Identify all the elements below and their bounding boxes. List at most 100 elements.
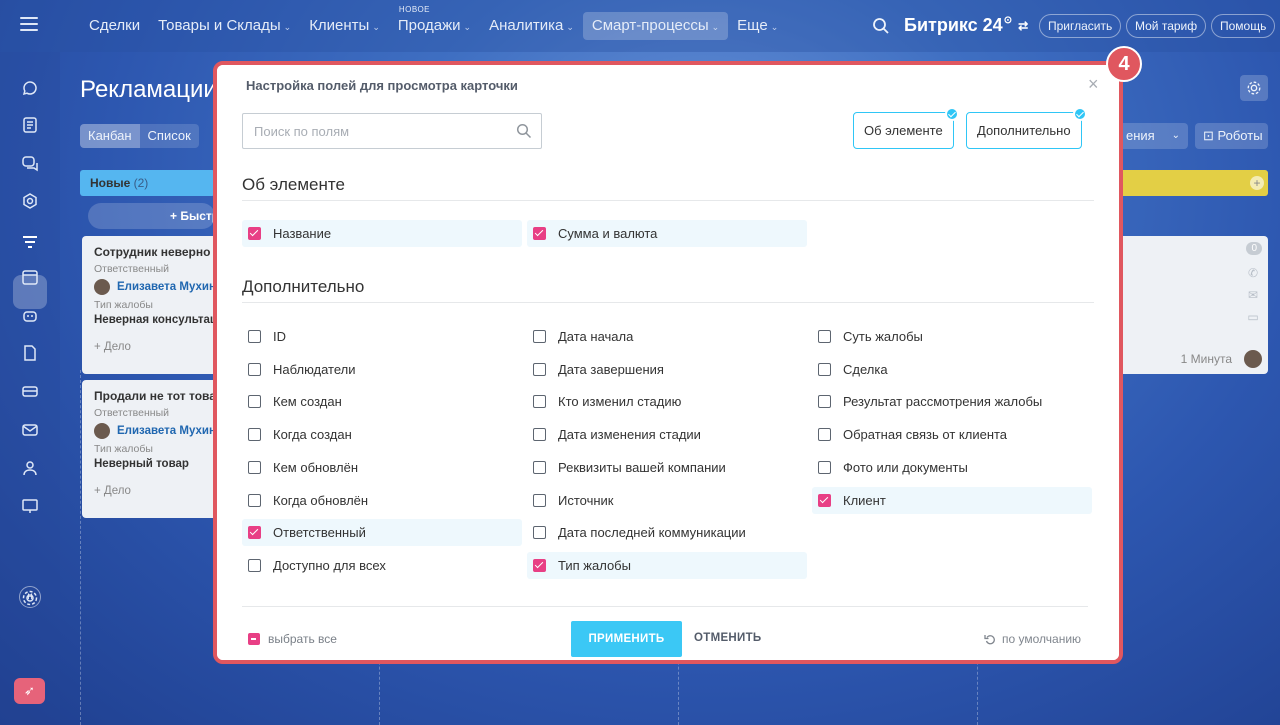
field-search[interactable] xyxy=(242,113,542,149)
field-option[interactable]: Кто изменил стадию xyxy=(527,388,807,415)
mail-icon[interactable] xyxy=(19,419,41,441)
field-option[interactable]: Фото или документы xyxy=(812,454,1092,481)
checkbox-icon[interactable] xyxy=(533,460,546,474)
field-option[interactable]: Сумма и валюта xyxy=(527,220,807,247)
add-activity-link[interactable]: + Дело xyxy=(94,485,203,497)
cancel-button[interactable]: ОТМЕНИТЬ xyxy=(694,632,761,644)
add-activity-link[interactable]: + Дело xyxy=(94,341,203,353)
field-option[interactable]: Когда создан xyxy=(242,421,522,448)
hexagon-icon[interactable] xyxy=(19,190,41,212)
card-icon[interactable] xyxy=(19,380,41,402)
close-icon[interactable]: × xyxy=(1088,74,1099,95)
field-option[interactable]: Клиент xyxy=(812,486,1092,514)
tab-kanban[interactable]: Канбан xyxy=(80,124,140,148)
add-stage-icon[interactable]: + xyxy=(1250,176,1264,190)
checkbox-icon[interactable] xyxy=(533,526,546,540)
phone-icon[interactable]: ✆ xyxy=(1246,266,1260,280)
nav-item[interactable]: Аналитика ⌄ xyxy=(480,12,583,40)
field-option[interactable]: Тип жалобы xyxy=(527,551,807,579)
stage-header[interactable]: + xyxy=(1118,170,1268,196)
robot-icon[interactable] xyxy=(19,304,41,326)
field-option[interactable]: Кем создан xyxy=(242,388,522,415)
kanban-card[interactable]: 0 ✆ ✉ ▭ 1 Минута xyxy=(1118,236,1268,374)
card-responsible[interactable]: Елизавета Мухина xyxy=(94,279,215,295)
checkbox-icon[interactable] xyxy=(248,493,261,507)
checkbox-icon[interactable] xyxy=(818,428,831,442)
menu-icon[interactable] xyxy=(20,17,38,31)
filter-tag-about[interactable]: Об элементе xyxy=(853,107,959,149)
page-settings-icon[interactable] xyxy=(1240,75,1268,101)
nav-item[interactable]: Смарт-процессы ⌄ xyxy=(582,12,729,40)
field-option[interactable]: Сделка xyxy=(812,356,1092,383)
settings-icon[interactable] xyxy=(19,587,41,609)
checkbox-icon[interactable] xyxy=(533,362,546,376)
document-icon[interactable] xyxy=(19,342,41,364)
field-option[interactable]: Результат рассмотрения жалобы xyxy=(812,388,1092,415)
field-option[interactable]: Ответственный xyxy=(242,519,522,547)
chat-icon[interactable]: ▭ xyxy=(1246,310,1260,324)
search-icon[interactable] xyxy=(516,123,532,139)
nav-item[interactable]: Товары и Склады ⌄ xyxy=(149,12,300,40)
checkbox-icon[interactable] xyxy=(248,362,261,376)
field-option[interactable]: Название xyxy=(242,220,522,247)
field-option[interactable]: Дата последней коммуникации xyxy=(527,519,807,546)
presentation-icon[interactable] xyxy=(19,495,41,517)
field-option[interactable]: Дата изменения стадии xyxy=(527,421,807,448)
chat-bubble-icon[interactable] xyxy=(19,77,41,99)
brand-logo[interactable]: Битрикс 24⊙ ⇄ xyxy=(904,15,1028,36)
select-all-toggle[interactable]: выбрать все xyxy=(248,632,337,646)
users-icon[interactable] xyxy=(19,457,41,479)
kanban-card[interactable]: Продали не тот товар Ответственный Елиза… xyxy=(82,380,215,518)
checkbox-checked-icon[interactable] xyxy=(248,227,261,240)
tab-list[interactable]: Список xyxy=(140,124,199,148)
checkbox-checked-icon[interactable] xyxy=(533,227,546,240)
view-options-button[interactable]: ения ⌄ xyxy=(1118,123,1188,149)
card-title[interactable]: Продали не тот товар xyxy=(94,389,215,403)
search-input[interactable] xyxy=(243,114,503,148)
field-option[interactable]: Источник xyxy=(527,487,807,514)
field-option[interactable]: Доступно для всех xyxy=(242,552,522,579)
help-button[interactable]: Помощь xyxy=(1211,14,1276,38)
reset-default-button[interactable]: по умолчанию xyxy=(984,632,1081,646)
field-option[interactable]: Реквизиты вашей компании xyxy=(527,454,807,481)
field-option[interactable]: Наблюдатели xyxy=(242,356,522,383)
checkbox-icon[interactable] xyxy=(818,460,831,474)
checkbox-icon[interactable] xyxy=(248,428,261,442)
kanban-card[interactable]: Сотрудник неверно проконсультировал Отве… xyxy=(82,236,215,374)
nav-item[interactable]: Клиенты ⌄ xyxy=(300,12,389,40)
checkbox-icon[interactable] xyxy=(248,395,261,409)
quick-add-button[interactable]: + Быстрое xyxy=(88,203,215,229)
checkbox-checked-icon[interactable] xyxy=(533,558,546,572)
rocket-icon[interactable]: ➶ xyxy=(14,678,45,704)
avatar[interactable] xyxy=(1244,350,1262,368)
checkbox-icon[interactable] xyxy=(533,428,546,442)
field-option[interactable]: Суть жалобы xyxy=(812,323,1092,350)
checkbox-icon[interactable] xyxy=(818,395,831,409)
search-icon[interactable] xyxy=(872,17,890,35)
checkbox-icon[interactable] xyxy=(248,558,261,572)
checkbox-icon[interactable] xyxy=(533,493,546,507)
card-responsible[interactable]: Елизавета Мухина xyxy=(94,423,215,439)
checkbox-checked-icon[interactable] xyxy=(248,526,261,540)
checkbox-icon[interactable] xyxy=(818,362,831,376)
robots-button[interactable]: ⊡ Роботы xyxy=(1195,123,1268,149)
funnel-icon[interactable] xyxy=(19,231,41,253)
field-option[interactable]: ID xyxy=(242,323,522,350)
filter-tag-additional[interactable]: Дополнительно xyxy=(966,107,1087,149)
checkbox-icon[interactable] xyxy=(248,460,261,474)
checkbox-icon[interactable] xyxy=(533,330,546,343)
mail-icon[interactable]: ✉ xyxy=(1246,288,1260,302)
field-option[interactable]: Кем обновлён xyxy=(242,454,522,481)
nav-item[interactable]: НОВОЕ Продажи ⌄ xyxy=(389,6,480,40)
tasks-icon[interactable] xyxy=(19,114,41,136)
calendar-icon[interactable] xyxy=(19,266,41,288)
checkbox-checked-icon[interactable] xyxy=(818,493,831,507)
field-option[interactable]: Когда обновлён xyxy=(242,487,522,514)
card-title[interactable]: Сотрудник неверно проконсультировал xyxy=(94,245,215,259)
nav-item[interactable]: Сделки xyxy=(80,12,149,40)
field-option[interactable]: Обратная связь от клиента xyxy=(812,421,1092,448)
tariff-button[interactable]: Мой тариф xyxy=(1126,14,1207,38)
checkbox-icon[interactable] xyxy=(248,330,261,343)
invite-button[interactable]: Пригласить xyxy=(1039,14,1122,38)
checkbox-icon[interactable] xyxy=(533,395,546,409)
